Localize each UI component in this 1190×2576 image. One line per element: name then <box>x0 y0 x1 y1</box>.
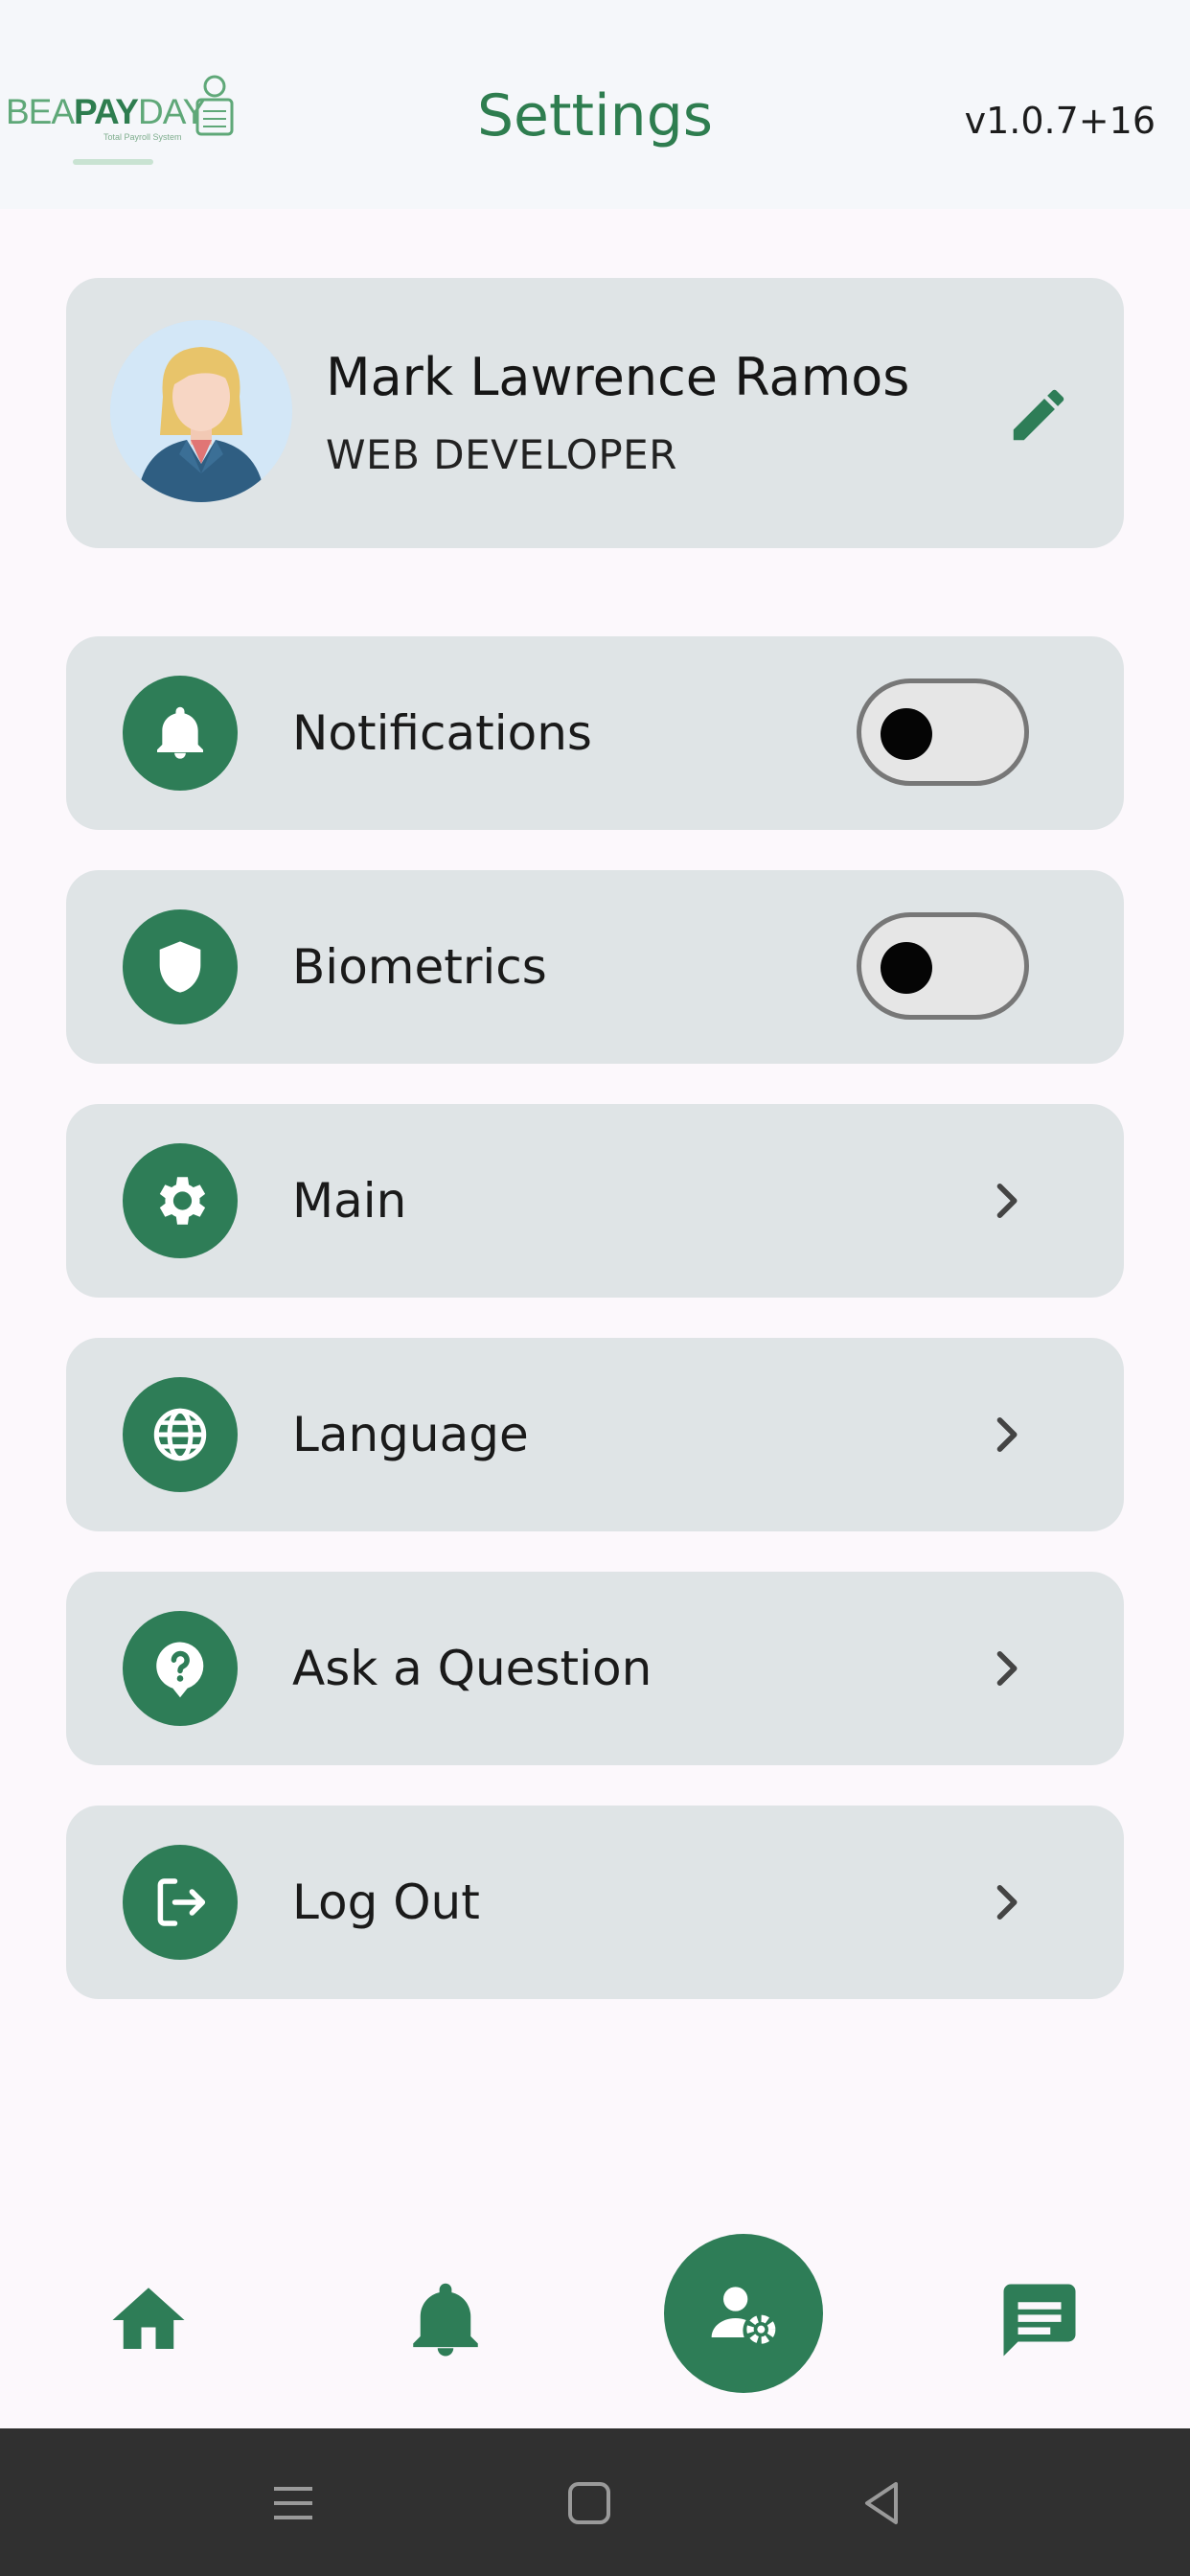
settings-row-notifications[interactable]: Notifications <box>66 636 1124 830</box>
chevron-right-icon <box>996 1417 1018 1452</box>
edit-profile-button[interactable] <box>1005 381 1072 448</box>
profile-role: WEB DEVELOPER <box>326 431 677 478</box>
user-gear-icon <box>711 2287 776 2344</box>
settings-row-label: Ask a Question <box>292 1641 652 1696</box>
nav-messages-button[interactable] <box>996 2277 1083 2363</box>
nav-account-settings-button[interactable] <box>664 2234 823 2393</box>
profile-card: Mark Lawrence Ramos WEB DEVELOPER <box>66 278 1124 548</box>
chevron-right-icon <box>996 1184 1018 1218</box>
settings-row-biometrics[interactable]: Biometrics <box>66 870 1124 1064</box>
avatar-illustration <box>110 320 292 502</box>
toggle-knob <box>881 708 932 760</box>
bell-icon <box>157 706 203 759</box>
globe-icon <box>153 1408 207 1461</box>
settings-row-main[interactable]: Main <box>66 1104 1124 1298</box>
app-version: v1.0.7+16 <box>964 100 1156 142</box>
biometrics-icon-badge <box>123 909 238 1024</box>
logo-powered-by-mark <box>73 159 153 165</box>
nav-home-button[interactable] <box>105 2277 192 2363</box>
system-navigation-bar <box>0 2428 1190 2576</box>
help-bubble-icon <box>156 1642 204 1698</box>
back-triangle-icon <box>865 2482 898 2524</box>
chevron-right-icon <box>996 1651 1018 1686</box>
system-back-button[interactable] <box>853 2474 910 2532</box>
ask-question-icon-badge <box>123 1611 238 1726</box>
settings-row-label: Main <box>292 1173 407 1229</box>
avatar <box>110 320 292 502</box>
system-menu-button[interactable] <box>264 2474 322 2532</box>
app-header: BEAPAYDAY Total Payroll System Settings … <box>0 0 1190 209</box>
notifications-toggle[interactable] <box>857 678 1029 786</box>
home-icon <box>112 2288 185 2349</box>
settings-row-label: Log Out <box>292 1874 480 1930</box>
square-icon <box>568 2482 610 2524</box>
settings-row-ask-question[interactable]: Ask a Question <box>66 1572 1124 1765</box>
shield-icon <box>159 941 201 993</box>
gear-icon <box>159 1177 206 1225</box>
language-icon-badge <box>123 1377 238 1492</box>
menu-icon <box>274 2487 312 2519</box>
settings-row-language[interactable]: Language <box>66 1338 1124 1531</box>
toggle-knob <box>881 942 932 994</box>
logout-icon <box>157 1878 206 1926</box>
settings-screen: BEAPAYDAY Total Payroll System Settings … <box>0 0 1190 2576</box>
settings-row-label: Language <box>292 1407 529 1462</box>
system-home-button[interactable] <box>561 2474 618 2532</box>
biometrics-toggle[interactable] <box>857 912 1029 1020</box>
main-icon-badge <box>123 1143 238 1258</box>
settings-row-logout[interactable]: Log Out <box>66 1806 1124 1999</box>
logout-icon-badge <box>123 1845 238 1960</box>
chevron-right-icon <box>996 1885 1018 1920</box>
bottom-navigation <box>0 2216 1190 2426</box>
settings-row-label: Notifications <box>292 705 592 761</box>
profile-name: Mark Lawrence Ramos <box>326 347 910 407</box>
pencil-icon <box>1013 389 1064 441</box>
notifications-icon-badge <box>123 676 238 791</box>
bell-icon <box>413 2283 478 2357</box>
nav-notifications-button[interactable] <box>402 2277 489 2363</box>
chat-icon <box>1003 2284 1076 2357</box>
settings-row-label: Biometrics <box>292 939 547 995</box>
